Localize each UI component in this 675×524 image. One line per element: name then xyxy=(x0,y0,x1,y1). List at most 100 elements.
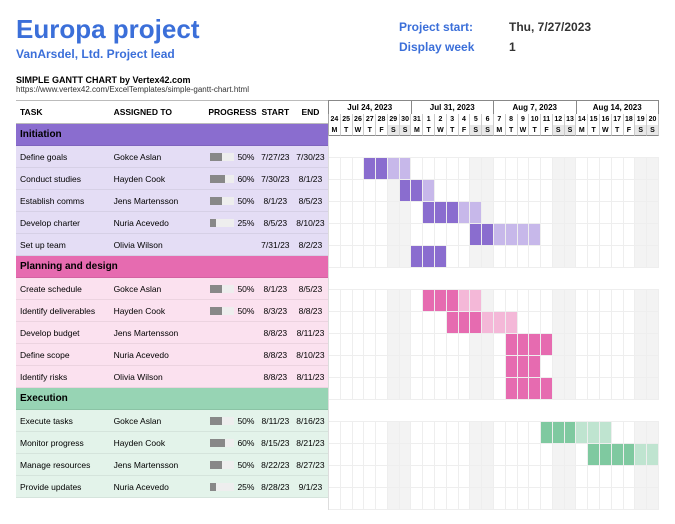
day-number: 31 xyxy=(411,114,423,125)
task-progress: 50% xyxy=(207,460,258,470)
gantt-row xyxy=(329,202,659,224)
task-name: Define goals xyxy=(16,152,114,162)
task-start: 8/3/23 xyxy=(258,306,293,316)
gantt-bar-cell xyxy=(470,290,482,311)
day-of-week: T xyxy=(341,125,353,136)
col-assigned: ASSIGNED TO xyxy=(114,107,208,117)
table-row: Create scheduleGokce Aslan50%8/1/238/5/2… xyxy=(16,278,328,300)
task-end: 8/1/23 xyxy=(293,174,328,184)
credit-line: SIMPLE GANTT CHART by Vertex42.com xyxy=(16,75,659,85)
credit-url[interactable]: https://www.vertex42.com/ExcelTemplates/… xyxy=(16,85,659,94)
task-assigned: Jens Martensson xyxy=(114,460,208,470)
day-number: 24 xyxy=(329,114,341,125)
gantt-row xyxy=(329,158,659,180)
day-number: 15 xyxy=(588,114,600,125)
task-assigned: Nuria Acevedo xyxy=(114,218,208,228)
gantt-row xyxy=(329,180,659,202)
task-name: Develop charter xyxy=(16,218,114,228)
day-number: 11 xyxy=(541,114,553,125)
day-of-week: W xyxy=(518,125,530,136)
task-assigned: Hayden Cook xyxy=(114,438,208,448)
gantt-bar-cell xyxy=(435,246,447,267)
task-name: Define scope xyxy=(16,350,114,360)
day-of-week: S xyxy=(470,125,482,136)
task-progress: 50% xyxy=(207,196,258,206)
task-end: 9/1/23 xyxy=(293,482,328,492)
gantt-bar-cell xyxy=(400,180,412,201)
gantt-bar-cell xyxy=(518,334,530,355)
gantt-bar-cell xyxy=(470,202,482,223)
gantt-bar-cell xyxy=(459,290,471,311)
day-of-week: S xyxy=(400,125,412,136)
day-of-week: M xyxy=(494,125,506,136)
day-number: 5 xyxy=(470,114,482,125)
gantt-bar-cell xyxy=(600,444,612,465)
task-name: Monitor progress xyxy=(16,438,114,448)
task-assigned: Jens Martensson xyxy=(114,328,208,338)
day-of-week: F xyxy=(541,125,553,136)
task-name: Manage resources xyxy=(16,460,114,470)
task-end: 8/11/23 xyxy=(293,372,328,382)
day-number: 16 xyxy=(600,114,612,125)
gantt-bar-cell xyxy=(400,158,412,179)
day-of-week: W xyxy=(435,125,447,136)
gantt-bar-cell xyxy=(506,334,518,355)
task-assigned: Jens Martensson xyxy=(114,196,208,206)
task-progress: 50% xyxy=(207,306,258,316)
day-of-week: S xyxy=(388,125,400,136)
day-number: 9 xyxy=(518,114,530,125)
gantt-bar-cell xyxy=(565,422,577,443)
gantt-bar-cell xyxy=(482,312,494,333)
task-name: Establish comms xyxy=(16,196,114,206)
gantt-bar-cell xyxy=(423,180,435,201)
task-end: 8/27/23 xyxy=(293,460,328,470)
table-row: Define goalsGokce Aslan50%7/27/237/30/23 xyxy=(16,146,328,168)
task-start: 7/31/23 xyxy=(258,240,293,250)
gantt-row xyxy=(329,246,659,268)
task-name: Conduct studies xyxy=(16,174,114,184)
table-row: Develop budgetJens Martensson8/8/238/11/… xyxy=(16,322,328,344)
day-of-week: M xyxy=(411,125,423,136)
gantt-bar-cell xyxy=(470,224,482,245)
day-number: 27 xyxy=(364,114,376,125)
day-number: 14 xyxy=(576,114,588,125)
task-start: 8/8/23 xyxy=(258,350,293,360)
gantt-bar-cell xyxy=(411,246,423,267)
gantt-bar-cell xyxy=(423,290,435,311)
gantt-bar-cell xyxy=(541,378,553,399)
day-number: 18 xyxy=(624,114,636,125)
gantt-bar-cell xyxy=(553,422,565,443)
display-week-value[interactable]: 1 xyxy=(509,40,516,54)
gantt-row xyxy=(329,356,659,378)
day-number: 17 xyxy=(612,114,624,125)
task-progress: 50% xyxy=(207,416,258,426)
gantt-bar-cell xyxy=(529,378,541,399)
week-header: Aug 7, 2023 xyxy=(494,101,577,114)
gantt-row xyxy=(329,312,659,334)
task-start: 8/15/23 xyxy=(258,438,293,448)
day-number: 7 xyxy=(494,114,506,125)
table-row: Conduct studiesHayden Cook60%7/30/238/1/… xyxy=(16,168,328,190)
day-of-week: S xyxy=(635,125,647,136)
gantt-bar-cell xyxy=(588,444,600,465)
gantt-bar-cell xyxy=(364,158,376,179)
task-assigned: Nuria Acevedo xyxy=(114,350,208,360)
task-progress: 50% xyxy=(207,152,258,162)
task-assigned: Hayden Cook xyxy=(114,174,208,184)
task-name: Identify risks xyxy=(16,372,114,382)
task-assigned: Gokce Aslan xyxy=(114,284,208,294)
day-of-week: S xyxy=(553,125,565,136)
week-header: Aug 14, 2023 xyxy=(577,101,660,114)
day-of-week: M xyxy=(576,125,588,136)
day-number: 29 xyxy=(388,114,400,125)
gantt-bar-cell xyxy=(494,312,506,333)
gantt-bar-cell xyxy=(447,312,459,333)
gantt-row xyxy=(329,290,659,312)
day-number: 13 xyxy=(565,114,577,125)
day-of-week: T xyxy=(423,125,435,136)
gantt-bar-cell xyxy=(541,334,553,355)
task-start: 8/11/23 xyxy=(258,416,293,426)
task-assigned: Gokce Aslan xyxy=(114,152,208,162)
task-assigned: Olivia Wilson xyxy=(114,372,208,382)
gantt-bar-cell xyxy=(588,422,600,443)
